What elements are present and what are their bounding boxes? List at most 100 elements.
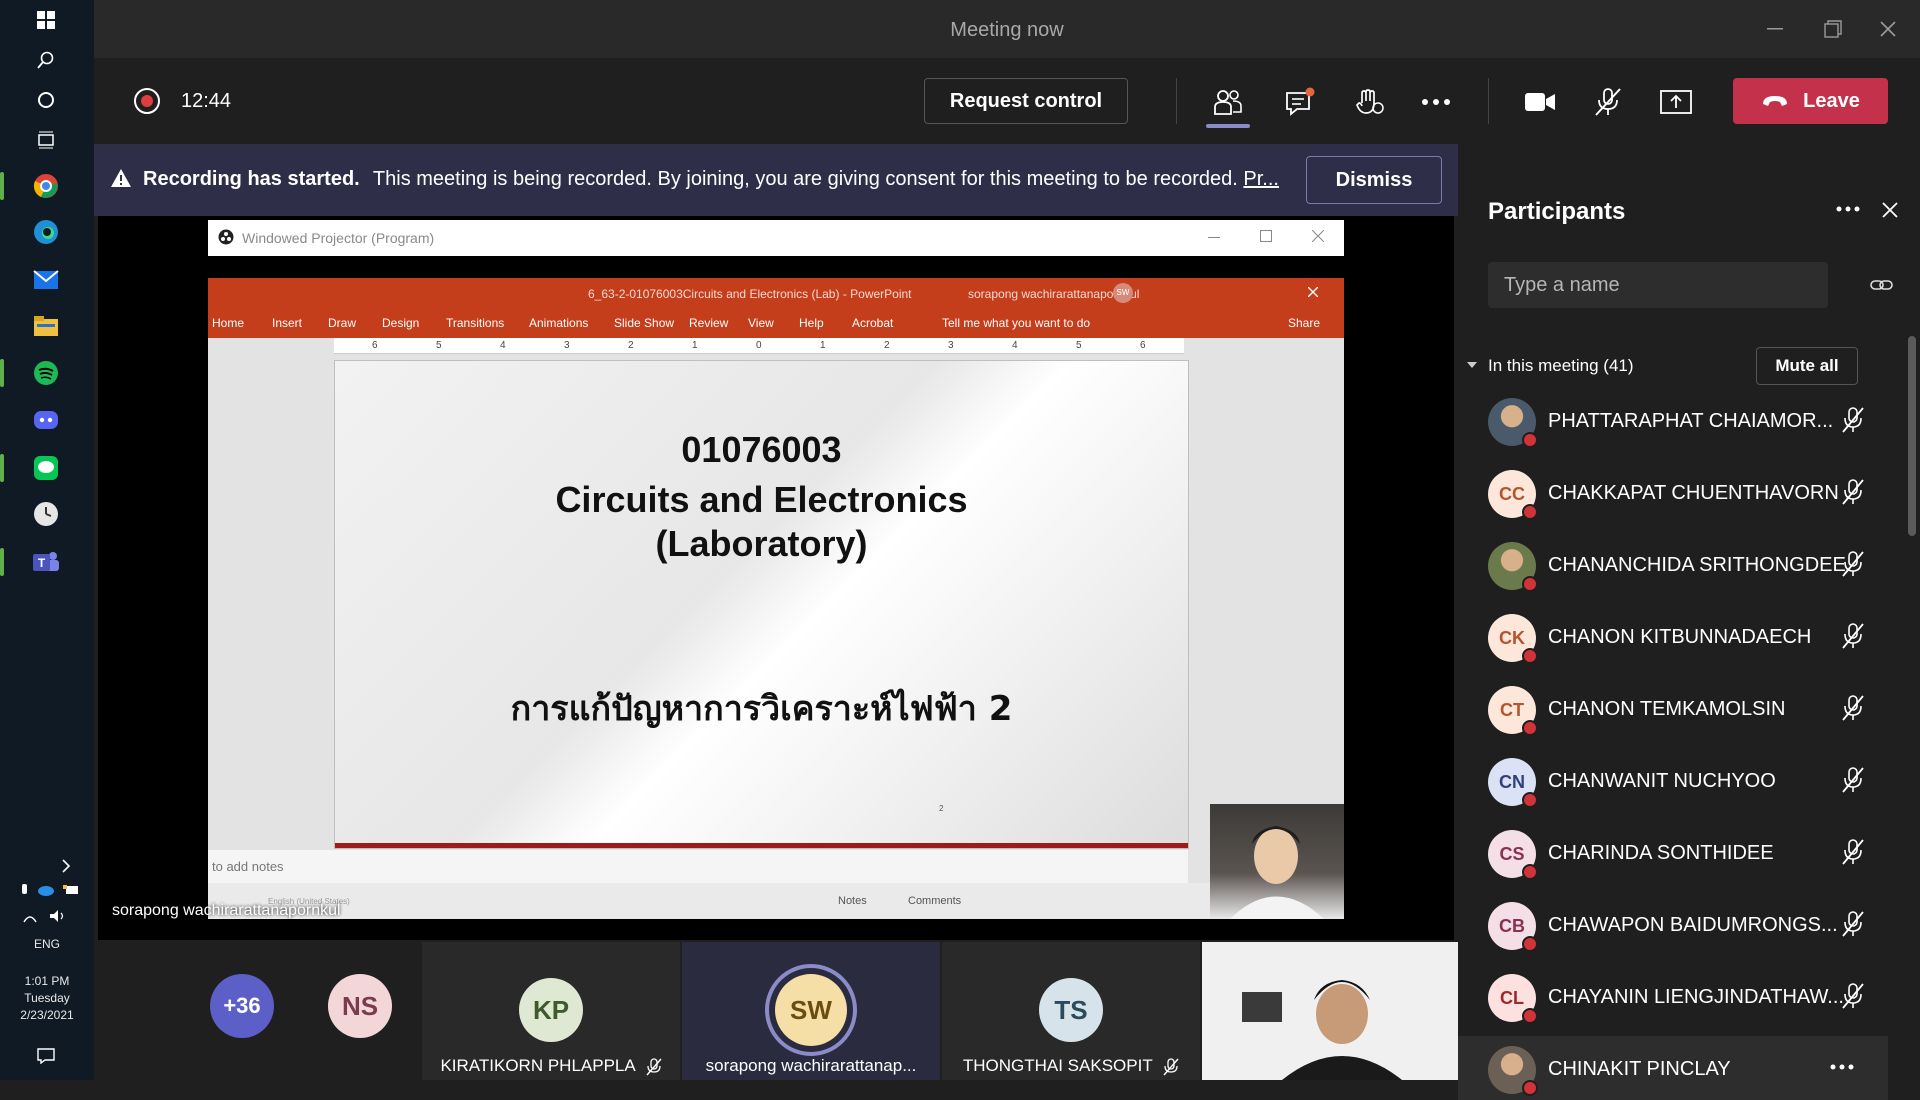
- cortana-icon[interactable]: [28, 82, 64, 118]
- microphone-muted-icon[interactable]: [1840, 838, 1866, 866]
- status-busy-icon: [1522, 1080, 1538, 1096]
- share-invite-link-icon[interactable]: [1870, 276, 1894, 294]
- microphone-muted-icon[interactable]: [1840, 694, 1866, 722]
- ruler-mark: 1: [692, 340, 698, 351]
- clock-date: 2/23/2021: [20, 1008, 74, 1022]
- slide-course-code: 01076003: [681, 429, 842, 470]
- camera-icon[interactable]: [1518, 80, 1562, 124]
- participant-tile[interactable]: KP KIRATIKORN PHLAPPLA: [422, 942, 680, 1080]
- in-meeting-section-label: In this meeting (41): [1488, 356, 1634, 375]
- edge-icon[interactable]: [28, 214, 64, 250]
- projector-minimize-icon[interactable]: [1208, 237, 1220, 239]
- window-title: Meeting now: [950, 19, 1064, 41]
- participant-name: CHINAKIT PINCLAY: [1548, 1058, 1731, 1080]
- dismiss-button[interactable]: Dismiss: [1306, 156, 1442, 204]
- participant-name-text: KIRATIKORN PHLAPPLA: [440, 1056, 635, 1075]
- notification-center-icon[interactable]: [28, 1038, 64, 1074]
- ribbon-tab: Draw: [328, 316, 357, 330]
- participant-row[interactable]: CS CHARINDA SONTHIDEE: [1488, 820, 1868, 884]
- mute-all-button[interactable]: Mute all: [1756, 347, 1858, 385]
- participant-name-text: THONGTHAI SAKSOPIT: [962, 1056, 1153, 1075]
- microphone-muted-icon[interactable]: [1840, 982, 1866, 1010]
- show-participants-icon[interactable]: [1206, 80, 1250, 124]
- microphone-muted-icon[interactable]: [1840, 406, 1866, 434]
- privacy-policy-link[interactable]: Pr...: [1243, 168, 1279, 190]
- microphone-muted-icon[interactable]: [1840, 910, 1866, 938]
- ribbon-tab: Help: [799, 316, 824, 330]
- slide-title: Circuits and Electronics: [555, 479, 968, 520]
- more-participants-button[interactable]: +36: [210, 974, 274, 1038]
- microphone-muted-icon[interactable]: [1840, 478, 1866, 506]
- status-comments: Comments: [908, 895, 962, 907]
- participant-row[interactable]: CC CHAKKAPAT CHUENTHAVORN: [1488, 460, 1868, 524]
- participant-search-input[interactable]: [1488, 262, 1828, 308]
- chrome-icon[interactable]: [0, 168, 64, 204]
- system-tray-icons[interactable]: [14, 880, 80, 900]
- clock-app-icon[interactable]: [28, 496, 64, 532]
- leave-button[interactable]: Leave: [1733, 78, 1888, 124]
- chevron-right-icon[interactable]: [56, 848, 76, 884]
- status-busy-icon: [1522, 720, 1538, 736]
- chevron-down-icon[interactable]: [1466, 361, 1478, 369]
- more-actions-icon[interactable]: [1414, 80, 1458, 124]
- projector-titlebar: Windowed Projector (Program): [208, 220, 1344, 256]
- powerpoint-close-icon: [1308, 287, 1318, 297]
- search-icon[interactable]: [28, 42, 64, 78]
- slide-number: 2: [939, 804, 944, 813]
- participant-tile-speaking[interactable]: SW sorapong wachirarattanap...: [682, 942, 940, 1080]
- mail-icon[interactable]: [28, 262, 64, 298]
- spotify-icon[interactable]: [0, 355, 64, 391]
- close-panel-icon[interactable]: [1882, 202, 1898, 218]
- participant-name: CHANANCHIDA SRITHONGDEE: [1548, 554, 1846, 576]
- ribbon-tab: Review: [689, 316, 729, 330]
- more-options-icon[interactable]: [1830, 1064, 1854, 1070]
- request-control-button[interactable]: Request control: [924, 78, 1128, 124]
- svg-text:T: T: [38, 556, 46, 570]
- participant-row[interactable]: CT CHANON TEMKAMOLSIN: [1488, 676, 1868, 740]
- participant-tile[interactable]: TS THONGTHAI SAKSOPIT: [942, 942, 1200, 1080]
- status-busy-icon: [1522, 432, 1538, 448]
- clock-day: Tuesday: [24, 991, 70, 1005]
- participant-row[interactable]: CK CHANON KITBUNNADAECH: [1488, 604, 1868, 668]
- more-options-icon[interactable]: [1836, 206, 1860, 212]
- close-icon[interactable]: [1868, 14, 1908, 44]
- projector-close-icon[interactable]: [1312, 230, 1324, 242]
- participant-row[interactable]: CL CHAYANIN LIENGJINDATHAW...: [1488, 964, 1868, 1028]
- discord-icon[interactable]: [28, 402, 64, 438]
- participant-row[interactable]: CN CHANWANIT NUCHYOO: [1488, 748, 1868, 812]
- participant-row[interactable]: CHINAKIT PINCLAY: [1458, 1036, 1888, 1100]
- participant-video-tile[interactable]: [1202, 942, 1458, 1080]
- shared-projector-window: Windowed Projector (Program) 6_63-2-0107…: [208, 220, 1344, 919]
- participant-gallery: +36 NS KP KIRATIKORN PHLAPPLA SW sorapon…: [94, 940, 1458, 1080]
- ribbon-tell-me: Tell me what you want to do: [942, 316, 1091, 330]
- file-explorer-icon[interactable]: [28, 308, 64, 344]
- share-screen-icon[interactable]: [1654, 80, 1698, 124]
- participant-row[interactable]: CHANANCHIDA SRITHONGDEE: [1488, 532, 1868, 596]
- powerpoint-user-avatar: SW: [1113, 283, 1133, 303]
- task-view-icon[interactable]: [28, 122, 64, 158]
- ruler-mark: 1: [820, 340, 826, 351]
- ruler-mark: 3: [948, 340, 954, 351]
- projector-maximize-icon[interactable]: [1260, 230, 1272, 242]
- restore-icon[interactable]: [1813, 14, 1853, 44]
- teams-icon[interactable]: T: [0, 544, 64, 580]
- horizontal-ruler: 6 5 4 3 2 1 0 1 2 3 4 5 6: [334, 338, 1184, 354]
- participant-name: CHANWANIT NUCHYOO: [1548, 770, 1776, 792]
- line-icon[interactable]: [0, 450, 64, 486]
- microphone-muted-icon[interactable]: [1840, 766, 1866, 794]
- minimize-icon[interactable]: [1755, 14, 1795, 44]
- network-volume-icons[interactable]: [20, 906, 70, 926]
- participant-avatar[interactable]: NS: [328, 974, 392, 1038]
- participant-row[interactable]: CB CHAWAPON BAIDUMRONGS...: [1488, 892, 1868, 956]
- participant-row[interactable]: PHATTARAPHAT CHAIAMOR...: [1488, 388, 1868, 452]
- microphone-muted-icon[interactable]: [1586, 80, 1630, 124]
- participant-name: THONGTHAI SAKSOPIT: [942, 1056, 1200, 1076]
- clock-time[interactable]: 1:01 PM: [0, 973, 94, 990]
- microphone-muted-icon[interactable]: [1840, 550, 1866, 578]
- chat-icon[interactable]: [1278, 80, 1322, 124]
- windows-start-icon[interactable]: [28, 2, 64, 38]
- panel-scrollbar[interactable]: [1908, 336, 1916, 536]
- microphone-muted-icon[interactable]: [1840, 622, 1866, 650]
- input-language[interactable]: ENG: [0, 936, 94, 953]
- raise-hand-icon[interactable]: [1347, 80, 1391, 124]
